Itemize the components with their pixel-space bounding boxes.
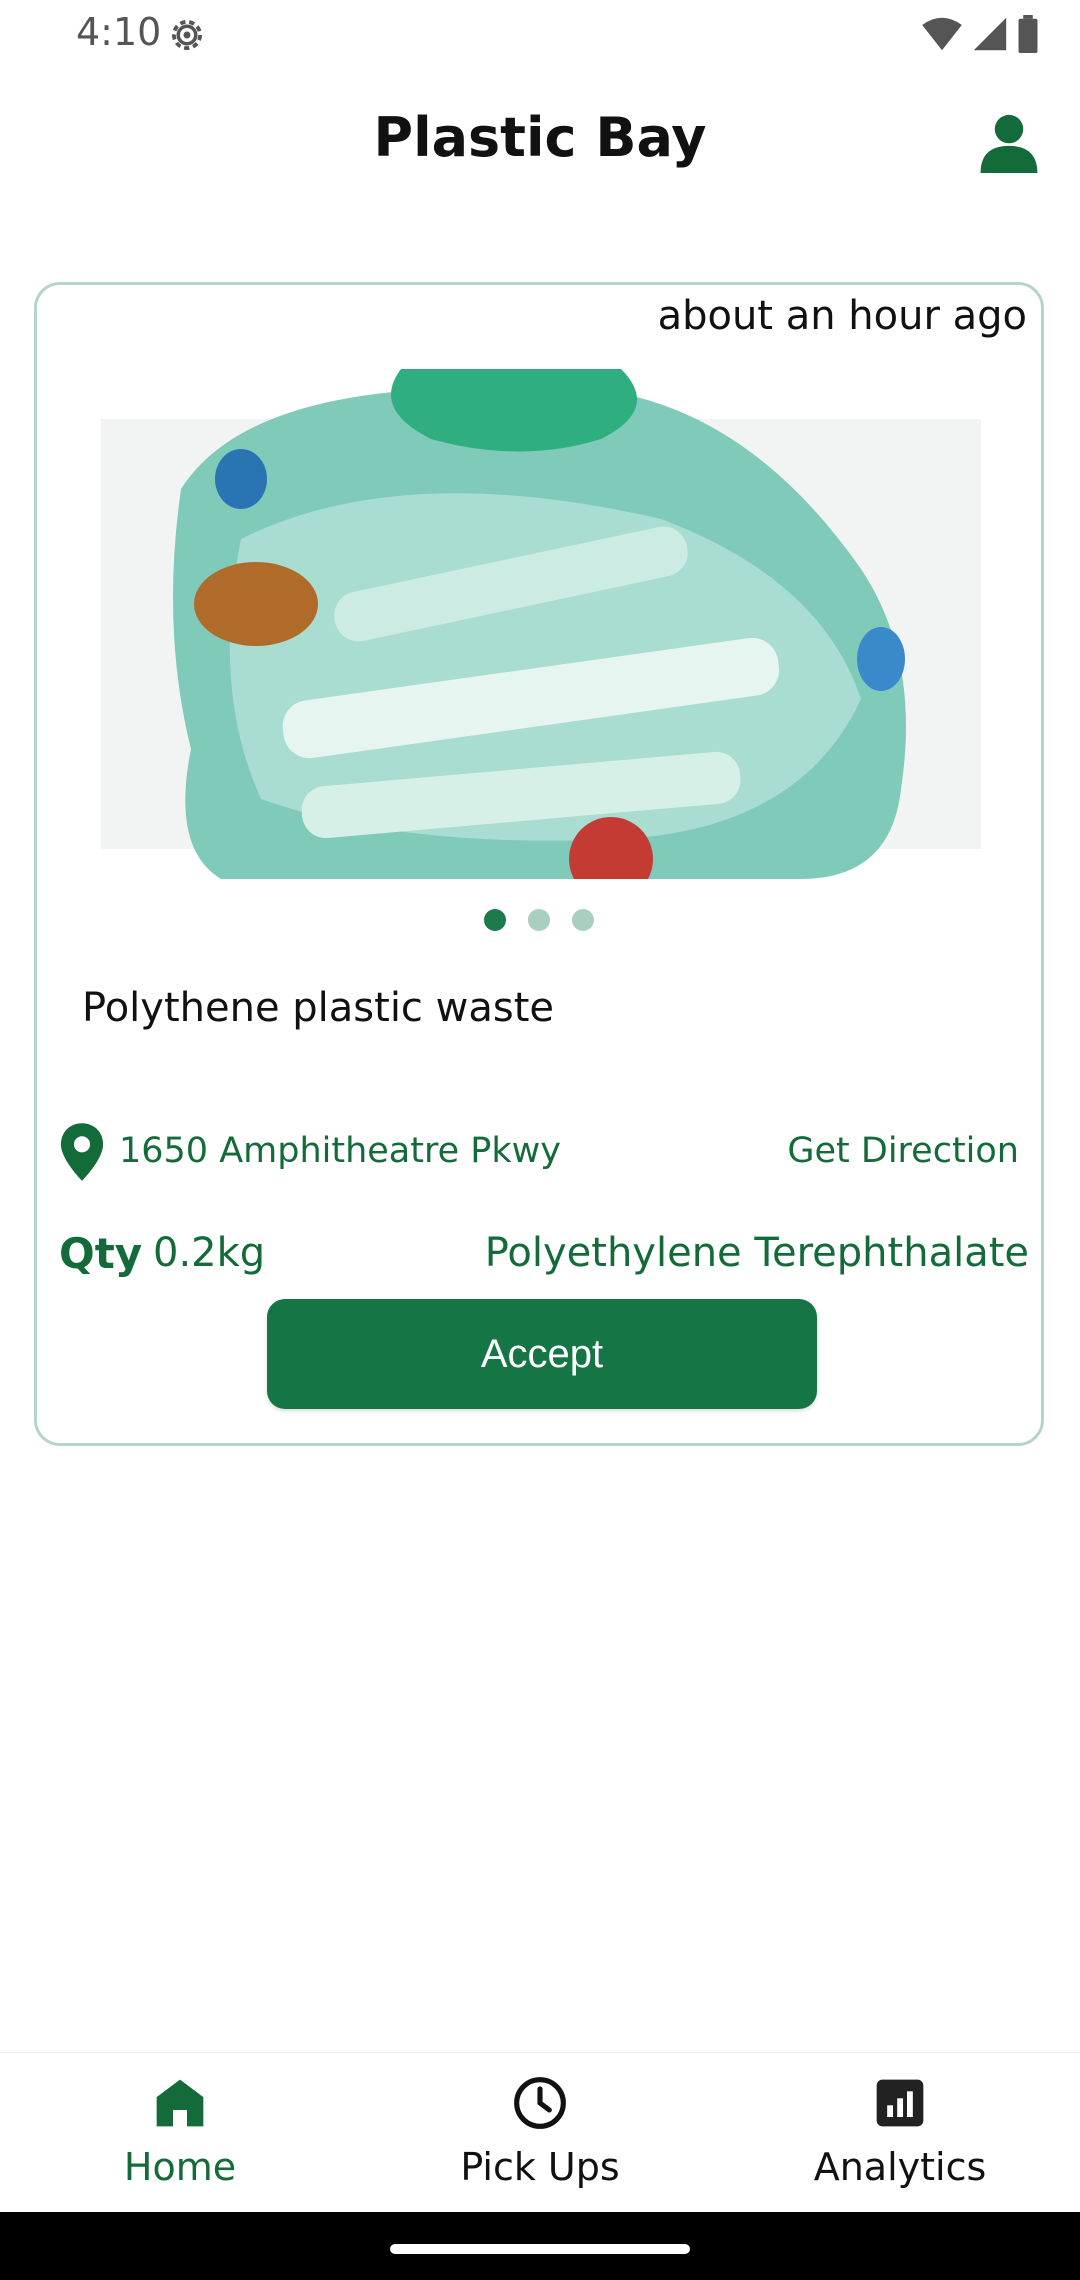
qty-label: Qty [59,1229,143,1278]
signal-icon [973,17,1007,51]
carousel-indicator [37,909,1041,931]
nav-analytics[interactable]: Analytics [720,2053,1080,2213]
status-bar: 4:10 [0,0,1080,70]
nav-label: Analytics [813,2145,987,2189]
system-gesture-bar [0,2212,1080,2280]
qty-value: 0.2kg [153,1230,266,1276]
address: 1650 Amphitheatre Pkwy [119,1131,561,1171]
listing-title: Polythene plastic waste [82,985,554,1031]
accept-button[interactable]: Accept [267,1299,817,1409]
listing-card[interactable]: about an hour ago Polythene plastic wast… [34,282,1044,1446]
status-time: 4:10 [76,10,162,54]
posted-time: about an hour ago [657,293,1027,339]
listing-image[interactable] [101,369,981,879]
page-title: Plastic Bay [373,106,707,169]
wifi-icon [922,17,962,51]
quantity-row: Qty 0.2kg Polyethylene Terephthalate [59,1225,1029,1285]
battery-icon [1018,15,1038,53]
get-direction-link[interactable]: Get Direction [787,1131,1019,1171]
clock-icon [514,2077,566,2129]
home-gesture-handle[interactable] [390,2244,690,2254]
nav-label: Pick Ups [460,2145,620,2189]
carousel-dot[interactable] [528,909,550,931]
location-pin-icon [60,1123,104,1181]
nav-pick-ups[interactable]: Pick Ups [360,2053,720,2213]
person-icon[interactable] [978,110,1040,174]
settings-gear-icon [171,19,203,51]
material-type: Polyethylene Terephthalate [484,1230,1029,1276]
bottom-nav: Home Pick Ups Analytics [0,2052,1080,2213]
nav-home[interactable]: Home [0,2053,360,2213]
carousel-dot[interactable] [484,909,506,931]
app-header: Plastic Bay [0,100,1080,190]
home-icon [156,2079,204,2127]
location-row: 1650 Amphitheatre Pkwy Get Direction [59,1123,1019,1183]
analytics-icon [876,2079,924,2127]
nav-label: Home [123,2145,237,2189]
carousel-dot[interactable] [572,909,594,931]
